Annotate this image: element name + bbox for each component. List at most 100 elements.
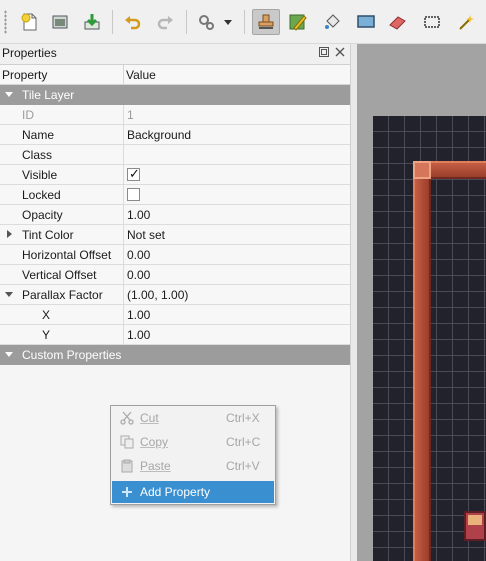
cell-divider	[123, 125, 124, 145]
cell-divider	[123, 305, 124, 325]
command-button[interactable]	[192, 9, 220, 35]
prop-name: Tint Color	[22, 228, 74, 242]
prop-value[interactable]: 1.00	[127, 308, 150, 322]
prop-value[interactable]: 0.00	[127, 248, 150, 262]
cell-divider	[123, 325, 124, 345]
prop-row-name[interactable]: Name Background	[0, 125, 350, 145]
prop-row-horizontal-offset[interactable]: Horizontal Offset 0.00	[0, 245, 350, 265]
prop-row-opacity[interactable]: Opacity 1.00	[0, 205, 350, 225]
menu-shortcut: Ctrl+X	[226, 411, 260, 425]
prop-name: Class	[22, 148, 53, 162]
prop-row-parallax-x[interactable]: X 1.00	[0, 305, 350, 325]
prop-row-id[interactable]: ID 1	[0, 105, 350, 125]
expand-arrow-icon[interactable]	[7, 230, 12, 238]
header-value[interactable]: Value	[126, 68, 156, 82]
prop-value[interactable]: 1.00	[127, 328, 150, 342]
bucket-fill-button[interactable]	[318, 9, 346, 35]
terrain-brush-button[interactable]	[284, 9, 312, 35]
menu-shortcut: Ctrl+C	[226, 435, 261, 449]
scissors-icon	[119, 410, 135, 426]
menu-item-copy[interactable]: Copy Ctrl+C	[112, 431, 274, 453]
prop-name: Opacity	[22, 208, 63, 222]
toolbar-grip[interactable]	[4, 10, 7, 34]
save-button[interactable]	[78, 9, 106, 35]
stamp-brush-icon	[258, 14, 274, 29]
close-icon	[335, 47, 345, 57]
cell-divider	[123, 165, 124, 185]
prop-name: ID	[22, 108, 34, 122]
visible-checkbox[interactable]	[127, 166, 140, 182]
group-tile-layer[interactable]: Tile Layer	[0, 85, 350, 105]
magic-wand-icon	[459, 15, 474, 30]
cell-divider	[123, 225, 124, 245]
menu-item-add-property[interactable]: Add Property	[112, 481, 274, 503]
expand-arrow-icon[interactable]	[5, 292, 13, 297]
rect-select-button[interactable]	[418, 9, 446, 35]
magic-wand-button[interactable]	[452, 9, 480, 35]
stamp-brush-button[interactable]	[252, 9, 280, 35]
cell-divider	[123, 185, 124, 205]
prop-value[interactable]: Not set	[127, 228, 165, 242]
wall-corner-tile	[413, 161, 431, 179]
header-property[interactable]: Property	[2, 68, 47, 82]
close-panel-button[interactable]	[334, 46, 346, 58]
prop-row-visible[interactable]: Visible	[0, 165, 350, 185]
prop-value[interactable]: 1.00	[127, 208, 150, 222]
rect-select-icon	[424, 16, 440, 28]
cell-divider	[123, 205, 124, 225]
open-button[interactable]	[46, 9, 74, 35]
locked-checkbox[interactable]	[127, 188, 140, 201]
toolbar-separator	[244, 10, 245, 34]
chevron-down-icon[interactable]	[224, 20, 232, 25]
prop-name: Visible	[22, 168, 58, 182]
toolbar-separator	[186, 10, 187, 34]
plus-icon	[119, 484, 135, 500]
prop-value[interactable]: Background	[127, 128, 191, 142]
save-icon	[84, 14, 100, 30]
group-label: Custom Properties	[22, 348, 122, 362]
cell-divider	[123, 245, 124, 265]
header-divider[interactable]	[123, 65, 124, 85]
prop-row-locked[interactable]: Locked	[0, 185, 350, 205]
menu-label: Add Property	[140, 485, 211, 499]
open-icon	[52, 15, 68, 29]
expand-arrow-icon[interactable]	[5, 352, 13, 357]
prop-name: Name	[22, 128, 55, 142]
chest-tile	[464, 511, 486, 541]
new-icon	[21, 13, 37, 31]
panel-splitter[interactable]	[350, 44, 357, 561]
menu-shortcut: Ctrl+V	[226, 459, 260, 473]
menu-label: Paste	[140, 459, 171, 473]
panel-buttons	[318, 46, 346, 58]
shape-fill-button[interactable]	[352, 9, 380, 35]
cell-divider	[123, 285, 124, 305]
paste-icon	[119, 458, 135, 474]
prop-value[interactable]: (1.00, 1.00)	[127, 288, 188, 302]
cell-divider	[123, 265, 124, 285]
cell-divider	[123, 145, 124, 165]
bucket-fill-icon	[325, 14, 340, 29]
map-view[interactable]	[357, 44, 486, 561]
undo-button[interactable]	[118, 9, 146, 35]
prop-row-vertical-offset[interactable]: Vertical Offset 0.00	[0, 265, 350, 285]
redo-button[interactable]	[152, 9, 180, 35]
menu-item-cut[interactable]: Cut Ctrl+X	[112, 407, 274, 429]
toolbar-separator	[112, 10, 113, 34]
prop-row-class[interactable]: Class	[0, 145, 350, 165]
eraser-button[interactable]	[384, 9, 412, 35]
redo-icon	[157, 16, 173, 30]
prop-row-parallax-y[interactable]: Y 1.00	[0, 325, 350, 345]
prop-row-tint-color[interactable]: Tint Color Not set	[0, 225, 350, 245]
new-button[interactable]	[16, 9, 44, 35]
menu-item-paste[interactable]: Paste Ctrl+V	[112, 455, 274, 477]
prop-value[interactable]: 0.00	[127, 268, 150, 282]
menu-label: Cut	[140, 411, 159, 425]
float-panel-button[interactable]	[318, 46, 330, 58]
prop-name: Parallax Factor	[22, 288, 103, 302]
menu-label: Copy	[140, 435, 169, 449]
expand-arrow-icon[interactable]	[5, 92, 13, 97]
group-custom-properties[interactable]: Custom Properties	[0, 345, 350, 365]
group-label: Tile Layer	[22, 88, 75, 102]
grid-header: Property Value	[0, 65, 350, 85]
prop-row-parallax-factor[interactable]: Parallax Factor (1.00, 1.00)	[0, 285, 350, 305]
